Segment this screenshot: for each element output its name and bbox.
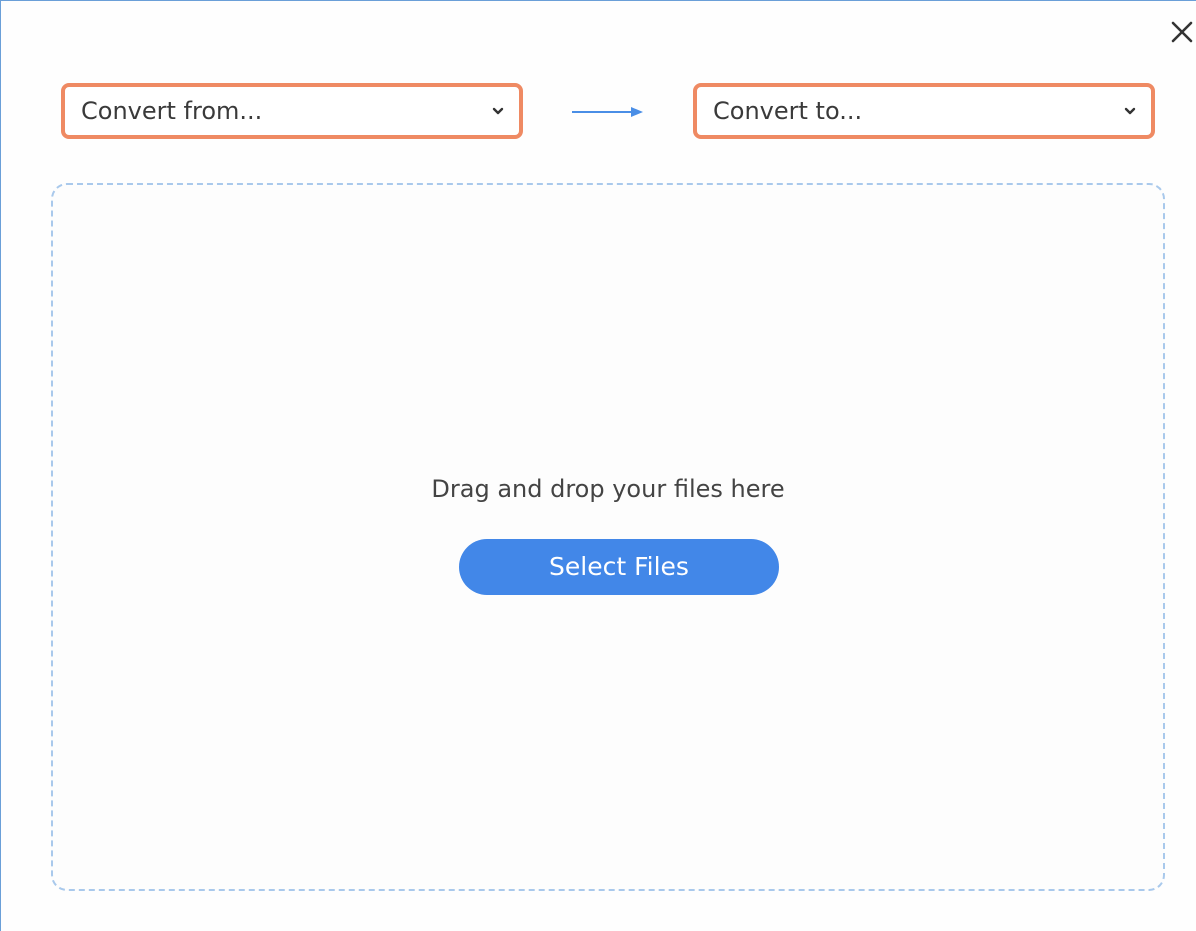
select-files-button[interactable]: Select Files [459,539,779,595]
drop-instruction: Drag and drop your files here [431,475,785,503]
close-icon [1171,21,1193,43]
convert-to-label: Convert to... [713,97,863,125]
convert-to-select[interactable]: Convert to... [693,83,1155,139]
convert-from-select[interactable]: Convert from... [61,83,523,139]
chevron-down-icon [492,107,504,115]
close-button[interactable] [1167,17,1196,47]
arrow-right-icon [572,107,643,117]
convert-from-label: Convert from... [81,97,263,125]
file-converter-dialog: Convert from... Convert to... Drag and d… [0,0,1196,931]
file-drop-zone[interactable]: Drag and drop your files here Select Fil… [51,183,1165,891]
chevron-down-icon [1124,107,1136,115]
